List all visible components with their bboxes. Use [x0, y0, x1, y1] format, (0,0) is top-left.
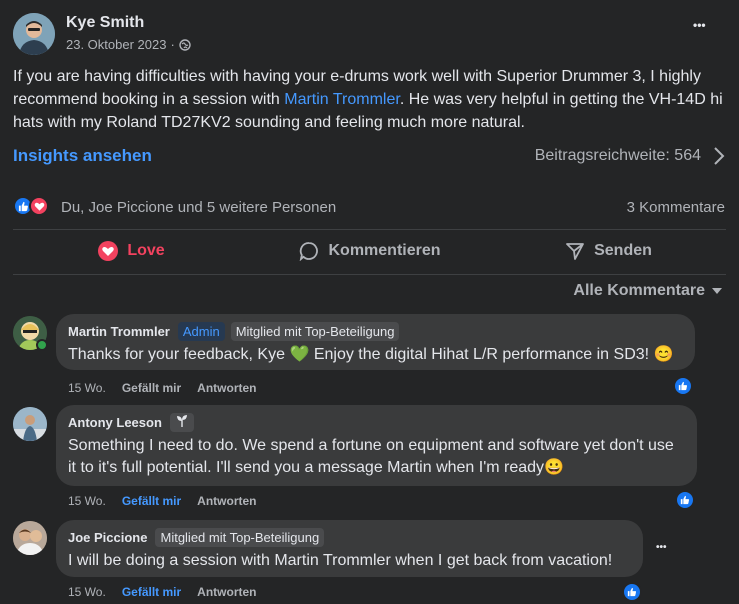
love-button[interactable]: Love: [13, 232, 250, 270]
comment-time[interactable]: 15 Wo.: [68, 585, 106, 599]
post-date-row: 23. Oktober 2023 ·: [66, 37, 191, 52]
comment-meta: 15 Wo. Gefällt mir Antworten: [68, 585, 257, 599]
reply-button[interactable]: Antworten: [197, 381, 256, 395]
post-date[interactable]: 23. Oktober 2023: [66, 37, 166, 52]
comment-label: Kommentieren: [328, 242, 441, 259]
send-label: Senden: [594, 242, 652, 259]
reach-label: Beitragsreichweite: 564: [534, 147, 701, 164]
author-name[interactable]: Kye Smith: [66, 14, 144, 32]
commenter-name[interactable]: Martin Trommler: [68, 324, 170, 339]
online-status-dot: [36, 339, 48, 351]
comment-time[interactable]: 15 Wo.: [68, 381, 106, 395]
love-icon: [98, 241, 119, 261]
divider: [13, 274, 726, 275]
love-label: Love: [127, 242, 165, 259]
post-more-options-icon[interactable]: •••: [693, 18, 706, 32]
commenter-avatar-image: [13, 521, 47, 555]
comment-like-icon[interactable]: [675, 490, 695, 510]
comment-bubble: Antony Leeson Something I need to do. We…: [56, 405, 697, 486]
commenter-avatar[interactable]: [13, 407, 47, 441]
comment-icon: [299, 241, 319, 261]
commenter-name[interactable]: Antony Leeson: [68, 415, 162, 430]
send-button[interactable]: Senden: [490, 232, 727, 270]
like-comment-button[interactable]: Gefällt mir: [122, 585, 181, 599]
divider: [13, 229, 726, 230]
post-text: If you are having difficulties with havi…: [13, 65, 729, 134]
insights-link[interactable]: Insights ansehen: [13, 146, 152, 166]
commenter-avatar[interactable]: [13, 521, 47, 555]
globe-icon: [179, 38, 191, 51]
comment-more-options-icon[interactable]: •••: [656, 542, 667, 553]
comment-text: Something I need to do. We spend a fortu…: [68, 437, 674, 476]
like-comment-button[interactable]: Gefällt mir: [122, 381, 181, 395]
author-avatar[interactable]: [13, 13, 55, 55]
reactions-summary[interactable]: Du, Joe Piccione und 5 weitere Personen: [61, 199, 336, 216]
top-contributor-badge[interactable]: Mitglied mit Top-Beteiligung: [155, 528, 325, 547]
comment-time[interactable]: 15 Wo.: [68, 494, 106, 508]
mention-link[interactable]: Martin Trommler: [284, 91, 400, 108]
like-comment-button[interactable]: Gefällt mir: [122, 494, 181, 508]
comment-like-icon[interactable]: [622, 582, 642, 602]
commenter-name[interactable]: Joe Piccione: [68, 530, 147, 545]
send-icon: [565, 241, 585, 261]
comment-text: I will be doing a session with Martin Tr…: [68, 552, 613, 569]
caret-down-icon: [711, 287, 723, 295]
comment-sort-dropdown[interactable]: Alle Kommentare: [573, 282, 723, 300]
author-avatar-image: [13, 13, 55, 55]
sprout-badge[interactable]: [169, 413, 194, 432]
top-contributor-badge[interactable]: Mitglied mit Top-Beteiligung: [230, 322, 400, 341]
comment-like-icon[interactable]: [673, 376, 693, 396]
commenter-avatar-image: [13, 407, 47, 441]
post-reach[interactable]: Beitragsreichweite: 564: [535, 146, 725, 166]
sort-label: Alle Kommentare: [573, 282, 705, 299]
reply-button[interactable]: Antworten: [197, 585, 256, 599]
love-reaction-icon: [29, 196, 49, 216]
admin-badge: Admin: [177, 322, 225, 341]
sprout-icon: [176, 415, 187, 427]
comment-meta: 15 Wo. Gefällt mir Antworten: [68, 381, 257, 395]
reaction-icons[interactable]: [13, 196, 49, 216]
comment-bubble: Martin Trommler Admin Mitglied mit Top-B…: [56, 314, 695, 370]
comment-meta: 15 Wo. Gefällt mir Antworten: [68, 494, 257, 508]
date-separator: ·: [170, 37, 175, 52]
comments-count[interactable]: 3 Kommentare: [627, 199, 725, 216]
chevron-right-icon: [713, 146, 725, 166]
comment-text: Thanks for your feedback, Kye 💚 Enjoy th…: [68, 346, 674, 363]
reply-button[interactable]: Antworten: [197, 494, 256, 508]
comment-bubble: Joe Piccione Mitglied mit Top-Beteiligun…: [56, 520, 643, 577]
comment-button[interactable]: Kommentieren: [250, 232, 490, 270]
